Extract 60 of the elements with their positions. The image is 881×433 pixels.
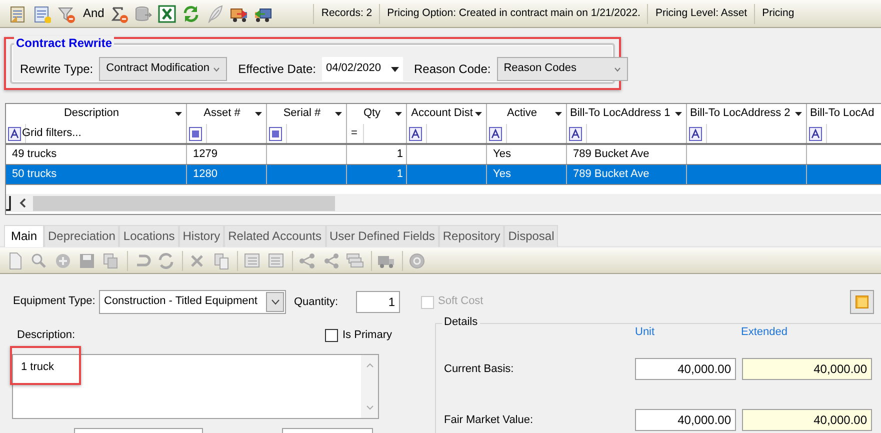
checkbox-label: Is Primary: [342, 329, 392, 342]
column-label: Extended: [741, 326, 788, 340]
amount-field[interactable]: 40,000.00: [635, 358, 736, 380]
and-toggle[interactable]: And: [83, 6, 104, 21]
field-label: Equipment Type:: [13, 295, 96, 309]
field-label: Effective Date:: [238, 62, 316, 76]
tab[interactable]: Related Accounts: [224, 225, 326, 247]
status-text: Pricing Level: Asset: [655, 7, 748, 20]
field-label: Fair Market Value:: [444, 414, 534, 427]
field-label: Rewrite Type:: [20, 62, 94, 76]
table-cell: 789 Bucket Ave: [567, 165, 687, 184]
status-text: Records: 2: [321, 7, 372, 20]
table-cell: 49 trucks: [6, 145, 187, 164]
field-label: Description:: [17, 329, 76, 342]
column-header[interactable]: Bill-To LocAddress 2: [687, 104, 807, 124]
column-label: Unit: [635, 326, 656, 340]
tab[interactable]: History: [178, 225, 224, 247]
table-cell: 1279: [187, 145, 267, 164]
description-field[interactable]: 1 truck: [12, 354, 379, 420]
status-text: Pricing: [762, 7, 794, 20]
table-cell: Yes: [487, 145, 567, 164]
column-header[interactable]: Qty: [347, 104, 407, 124]
table-cell: 789 Bucket Ave: [567, 145, 687, 164]
tab[interactable]: Repository: [438, 225, 504, 247]
filter-hint: Grid filters...: [22, 126, 82, 140]
dropdown[interactable]: Reason Codes: [496, 57, 628, 81]
column-header[interactable]: Active: [487, 104, 567, 124]
group-title: Contract Rewrite: [14, 36, 114, 50]
operator-symbol[interactable]: =: [349, 126, 360, 140]
dropdown[interactable]: Construction - Titled Equipment: [99, 290, 286, 314]
column-header[interactable]: Asset #: [187, 104, 267, 124]
column-header[interactable]: Bill-To LocAddress 1: [567, 104, 687, 124]
date-field[interactable]: 04/02/2020: [322, 57, 403, 81]
column-header[interactable]: Serial #: [267, 104, 347, 124]
amount-field[interactable]: 40,000.00: [635, 409, 736, 432]
filter-cell[interactable]: =: [347, 124, 407, 143]
dropdown[interactable]: Contract Modification: [99, 57, 228, 81]
grid-row[interactable]: 50 trucks 1280 1 Yes 789 Bucket Ave: [6, 165, 881, 185]
tab[interactable]: User Defined Fields: [326, 225, 439, 247]
table-cell: 1: [347, 165, 407, 184]
tab[interactable]: Depreciation: [44, 225, 120, 247]
checkbox-label: Soft Cost: [438, 295, 484, 309]
tab[interactable]: Locations: [119, 225, 179, 247]
filter-cell[interactable]: Grid filters...: [6, 124, 187, 143]
field-label: Reason Code:: [414, 62, 491, 76]
field-label: Quantity:: [294, 296, 340, 310]
table-cell: Yes: [487, 165, 567, 184]
column-header[interactable]: Description: [6, 104, 187, 124]
status-text: Pricing Option: Created in contract main on 1/21/2022.: [387, 7, 640, 20]
tab[interactable]: Main: [4, 225, 44, 247]
table-cell: 50 trucks: [6, 165, 187, 184]
amount-field: 40,000.00: [742, 358, 872, 380]
column-header[interactable]: Account Dist: [407, 104, 487, 124]
quantity-field[interactable]: 1: [356, 291, 400, 313]
column-header[interactable]: Bill-To LocAd: [807, 104, 881, 124]
table-cell: 1: [347, 145, 407, 164]
table-cell: 1280: [187, 165, 267, 184]
field-label: Current Basis:: [444, 362, 515, 376]
amount-field: 40,000.00: [742, 409, 872, 432]
tab[interactable]: Disposal: [504, 225, 558, 247]
